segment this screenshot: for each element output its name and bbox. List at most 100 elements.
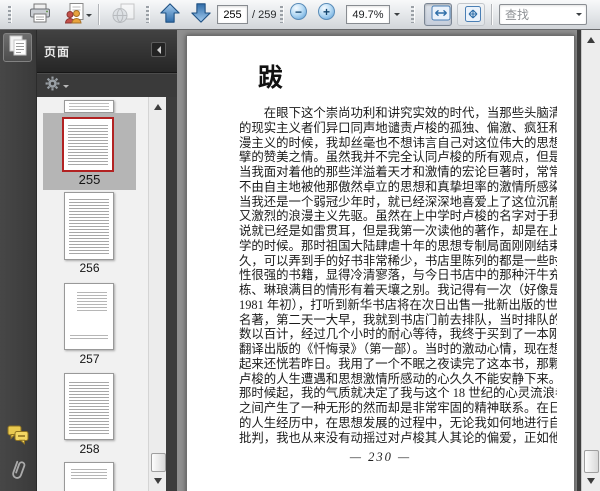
text-line: 性很强的书籍，显得冷清寥落，与今日书店中的那种汗牛充 — [239, 268, 557, 283]
scroll-down-button[interactable] — [582, 475, 600, 491]
document-view[interactable]: 跋 在眼下这个崇尚功利和讲究实效的时代，当那些头脑清醒 的现实主义者们异口同声地谴… — [177, 30, 582, 491]
network-button-disabled — [106, 3, 140, 28]
text-line: 的人生经历中，在思想发展的过程中，无论我如何地进行自我 — [239, 415, 557, 430]
text-line: 当我面对着他的那些洋溢着天才和激情的宏论巨著时，常常会 — [239, 165, 557, 179]
scroll-up-button[interactable] — [582, 30, 600, 46]
document-people-icon — [62, 2, 86, 30]
thumbnail-page-255[interactable] — [62, 117, 114, 172]
panel-options-bar — [36, 73, 177, 98]
text-line: 学的时候。那时祖国大陆肆虐十年的思想专制局面刚刚结束不 — [239, 238, 557, 253]
pages-panel-button[interactable] — [3, 33, 32, 62]
zoom-level-value[interactable]: 49.7% — [346, 5, 390, 24]
thumbnail-page-257[interactable] — [64, 283, 114, 350]
printer-icon — [28, 2, 52, 29]
chevron-left-icon — [153, 45, 161, 54]
toolbar-grip[interactable] — [146, 6, 149, 23]
panel-title: 页面 — [44, 45, 71, 59]
text-line: 又激烈的浪漫主义先驱。虽然在上中学时卢梭的名字对于我来 — [239, 209, 557, 224]
scroll-down-button[interactable] — [149, 475, 166, 491]
navigation-pane-strip — [0, 30, 37, 491]
triangle-down-icon — [153, 478, 162, 488]
toolbar-grip[interactable] — [280, 6, 283, 23]
text-line: 栋、琳琅满目的情形有着天壤之别。我记得有一次（好像是 — [239, 283, 557, 297]
print-button[interactable] — [24, 3, 56, 28]
thumbnail-page-254-partial[interactable] — [64, 100, 114, 113]
fit-width-button[interactable] — [424, 3, 452, 26]
text-line: 当我还是一个弱冠少年时，就已经深深地喜爱上了这位沉静而 — [239, 194, 557, 209]
triangle-up-icon — [153, 100, 162, 110]
text-line: 说就已经是如雷贯耳，但是我第一次读他的著作，却是在上大 — [239, 224, 557, 238]
text-line: 名著，第二天一大早，我就到书店门前去排队，当时排队的人 — [239, 312, 557, 327]
toolbar-separator — [98, 4, 99, 25]
thumbnail-preview — [69, 199, 109, 254]
chevron-down-icon — [394, 13, 400, 19]
find-box — [499, 4, 587, 25]
scroll-up-button[interactable] — [149, 97, 166, 113]
thumbnail-label: 256 — [79, 261, 100, 275]
panel-scrollbar[interactable] — [148, 97, 166, 491]
collaborate-button[interactable] — [58, 2, 96, 30]
speech-bubbles-icon — [6, 423, 30, 448]
blue-down-arrow-icon — [190, 2, 212, 29]
previous-page-button[interactable] — [155, 3, 185, 28]
thumbnail-page-258[interactable] — [64, 373, 114, 440]
pages-icon — [7, 34, 29, 61]
scrollbar-thumb[interactable] — [584, 450, 599, 473]
text-line: 卢梭的人生遭遇和思想激情所感动的心久久不能安静下来。从 — [239, 371, 557, 386]
chevron-down-icon — [86, 14, 92, 20]
thumbnail-preview — [71, 469, 107, 481]
gear-icon[interactable] — [45, 76, 60, 96]
body-text: 在眼下这个崇尚功利和讲究实效的时代，当那些头脑清醒 的现实主义者们异口同声地谴责卢… — [239, 106, 557, 445]
page-footer-number: — 230 — — [349, 450, 412, 464]
triangle-down-icon — [587, 478, 595, 488]
page-title: 跋 — [258, 65, 284, 92]
paperclip-icon — [8, 457, 28, 486]
thumbnail-preview — [77, 292, 107, 312]
next-page-button[interactable] — [186, 3, 216, 28]
collapse-panel-button[interactable] — [151, 42, 166, 57]
fit-page-button[interactable] — [457, 3, 485, 26]
thumbnail-preview — [69, 382, 109, 434]
comments-panel-button[interactable] — [5, 422, 31, 448]
zoom-dropdown-button[interactable] — [391, 3, 403, 26]
toolbar-separator — [491, 4, 492, 25]
globe-document-icon — [110, 2, 136, 30]
document-page: 跋 在眼下这个崇尚功利和讲究实效的时代，当那些头脑清醒 的现实主义者们异口同声地谴… — [186, 35, 575, 491]
thumbnail-label: 257 — [79, 352, 100, 366]
pages-panel-header: 页面 — [36, 30, 177, 73]
panel-resize-splitter[interactable] — [166, 97, 177, 491]
thumbnail-preview — [69, 103, 109, 110]
text-line: 翻译出版的《忏悔录》（第一部）。当时的激动心情，现在想 — [239, 342, 557, 356]
blue-up-arrow-icon — [159, 2, 181, 29]
toolbar-grip[interactable] — [8, 6, 11, 23]
find-input[interactable] — [500, 7, 572, 22]
find-dropdown-button[interactable] — [572, 10, 586, 19]
text-line: 数以百计，经过几个小时的耐心等待，我终于买到了一本刚刚 — [239, 327, 557, 342]
thumbnail-list: 255 256 257 258 — [36, 97, 166, 491]
toolbar: / 259 − + 49.7% — [0, 0, 600, 30]
text-line: 1981 年初），打听到新华书店将在次日出售一批新出版的世界 — [239, 297, 557, 312]
text-line: 不由自主地被他那傲然卓立的思想和真挚坦率的激情所感染。 — [239, 179, 557, 194]
text-line: 之间产生了一种无形的然而却是非常牢固的精神联系。在日后 — [239, 401, 557, 415]
document-scrollbar[interactable] — [581, 30, 600, 491]
scrollbar-thumb[interactable] — [151, 453, 166, 472]
attachments-panel-button[interactable] — [5, 458, 31, 484]
thumbnail-page-256[interactable] — [64, 192, 114, 260]
text-line: 的现实主义者们异口同声地谴责卢梭的孤独、偏激、疯狂和浪 — [239, 120, 557, 135]
zoom-out-button[interactable]: − — [290, 3, 307, 20]
page-number-input[interactable] — [217, 5, 248, 24]
thumbnail-label: 258 — [79, 442, 100, 456]
text-line: 漫主义的时候，我却丝毫也不想讳言自己对这位伟大的思想巨 — [239, 135, 557, 150]
text-line: 在眼下这个崇尚功利和讲究实效的时代，当那些头脑清醒 — [263, 106, 557, 120]
toolbar-grip[interactable] — [411, 6, 414, 23]
fit-width-icon — [431, 5, 451, 24]
pages-panel: 页面 255 256 257 258 — [36, 30, 177, 491]
fit-page-icon — [464, 6, 482, 26]
chevron-down-icon[interactable] — [63, 84, 69, 91]
triangle-up-icon — [587, 33, 595, 43]
zoom-in-button[interactable]: + — [318, 3, 335, 20]
pdf-reader-window: { "toolbar": { "page_current": "255", "p… — [0, 0, 600, 491]
page-total-label: / 259 — [252, 8, 277, 21]
thumbnail-page-259-partial[interactable] — [64, 462, 114, 491]
text-line: 久，可以弄到手的好书非常稀少，书店里陈列的都是一些时效 — [239, 253, 557, 268]
